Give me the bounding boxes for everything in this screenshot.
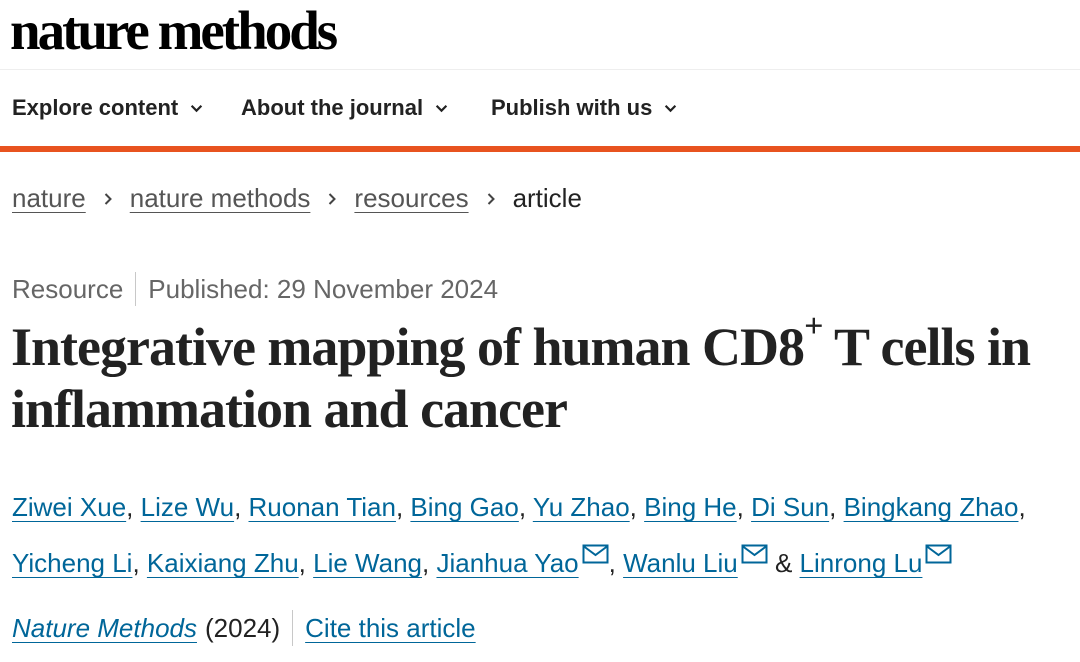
email-icon[interactable] (925, 544, 952, 564)
chevron-right-icon (104, 192, 112, 205)
journal-link[interactable]: Nature Methods (12, 613, 197, 644)
author-link[interactable]: Di Sun (751, 492, 829, 522)
publication-year: (2024) (204, 612, 281, 643)
author-ampersand: & (774, 548, 793, 578)
publish-date: Published: 29 November 2024 (148, 273, 499, 304)
breadcrumb-nature-methods[interactable]: nature methods (130, 183, 311, 214)
author-link[interactable]: Yicheng Li (12, 548, 132, 578)
accent-bar (0, 146, 1080, 152)
main-nav: Explore content About the journal Publis… (0, 70, 1080, 148)
breadcrumb-nature[interactable]: nature (12, 183, 86, 214)
author-link[interactable]: Kaixiang Zhu (147, 548, 299, 578)
nav-item-label: About the journal (241, 95, 424, 120)
article-meta: Resource Published: 29 November 2024 (12, 272, 498, 306)
chevron-down-icon (665, 104, 677, 112)
author-separator: , (608, 548, 624, 578)
author-link[interactable]: Jianhua Yao (436, 548, 578, 578)
article-title: Integrative mapping of human CD8+ T cell… (11, 310, 1071, 440)
site-logo[interactable]: nature methods (10, 0, 338, 62)
title-superscript: + (804, 308, 823, 345)
author-link[interactable]: Ruonan Tian (249, 492, 396, 522)
author-link[interactable]: Lie Wang (313, 548, 422, 578)
cite-article-link[interactable]: Cite this article (305, 613, 476, 644)
author-separator: , (395, 492, 411, 522)
nav-explore-content[interactable]: Explore content (12, 95, 203, 121)
author-link[interactable]: Linrong Lu (800, 548, 923, 578)
author-separator: , (518, 492, 533, 522)
author-link[interactable]: Yu Zhao (533, 492, 630, 522)
breadcrumb-resources[interactable]: resources (354, 183, 468, 214)
author-separator: , (422, 548, 437, 578)
nav-about-journal[interactable]: About the journal (241, 95, 448, 121)
chevron-down-icon (435, 104, 448, 112)
author-link[interactable]: Ziwei Xue (12, 492, 126, 522)
author-separator: , (126, 492, 141, 522)
author-link[interactable]: Lize Wu (141, 492, 234, 522)
nav-item-label: Explore content (12, 95, 179, 120)
chevron-down-icon (191, 104, 203, 112)
breadcrumb-current: article (512, 183, 582, 213)
article-type: Resource (12, 273, 124, 304)
nav-item-label: Publish with us (491, 95, 653, 120)
title-part-1: Integrative mapping of human CD8 (11, 317, 805, 377)
masthead: nature methods (0, 0, 1080, 70)
chevron-right-icon (487, 192, 495, 205)
email-icon[interactable] (741, 544, 768, 564)
email-icon[interactable] (582, 544, 609, 564)
chevron-right-icon (329, 192, 337, 205)
author-separator: , (829, 492, 844, 522)
author-link[interactable]: Bing He (644, 492, 737, 522)
breadcrumb: nature nature methods resources article (12, 183, 582, 214)
author-link[interactable]: Bing Gao (410, 492, 518, 522)
cite-divider (292, 610, 294, 646)
author-separator: , (629, 492, 645, 522)
author-list: Ziwei Xue, Lize Wu, Ruonan Tian, Bing Ga… (12, 479, 1077, 591)
author-link[interactable]: Bingkang Zhao (844, 492, 1019, 522)
nav-publish-with-us[interactable]: Publish with us (491, 95, 677, 121)
author-separator: , (234, 492, 249, 522)
author-separator: , (736, 492, 752, 522)
author-separator: , (1018, 492, 1026, 522)
citation-line: Nature Methods (2024) Cite this article (12, 610, 476, 646)
author-separator: , (132, 548, 147, 578)
author-link[interactable]: Wanlu Liu (623, 548, 738, 578)
author-separator: , (298, 548, 314, 578)
meta-divider (135, 272, 137, 306)
